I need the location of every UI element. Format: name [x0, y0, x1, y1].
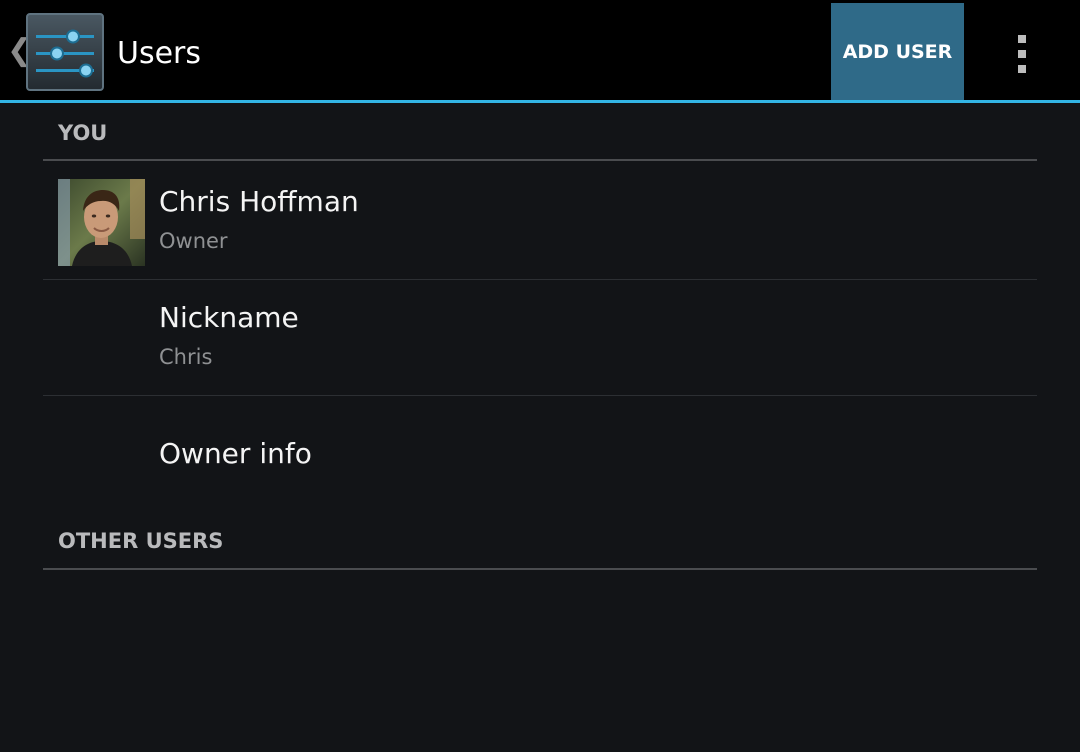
owner-role: Owner	[159, 229, 228, 253]
nickname-row[interactable]: Nickname Chris	[43, 279, 1037, 396]
owner-info-row[interactable]: Owner info	[43, 395, 1037, 513]
menu-dot	[1018, 50, 1026, 58]
menu-dot	[1018, 35, 1026, 43]
section-header-you: YOU	[43, 103, 1037, 161]
owner-info-title: Owner info	[159, 437, 312, 470]
user-avatar	[58, 179, 145, 266]
settings-sliders-icon	[26, 13, 104, 91]
owner-name: Chris Hoffman	[159, 185, 359, 218]
section-title-you: YOU	[58, 121, 108, 145]
section-header-other-users: OTHER USERS	[43, 513, 1037, 570]
user-row-owner[interactable]: Chris Hoffman Owner	[43, 161, 1037, 280]
app-title: Users	[117, 36, 202, 71]
nickname-value: Chris	[159, 345, 213, 369]
menu-dot	[1018, 65, 1026, 73]
up-navigation-button[interactable]: ❮	[0, 0, 112, 100]
section-title-other-users: OTHER USERS	[58, 529, 224, 553]
more-vertical-icon[interactable]	[1000, 20, 1044, 84]
add-user-button[interactable]: ADD USER	[831, 3, 964, 100]
action-bar: ❮ Users ADD USER	[0, 0, 1080, 103]
nickname-title: Nickname	[159, 301, 299, 334]
